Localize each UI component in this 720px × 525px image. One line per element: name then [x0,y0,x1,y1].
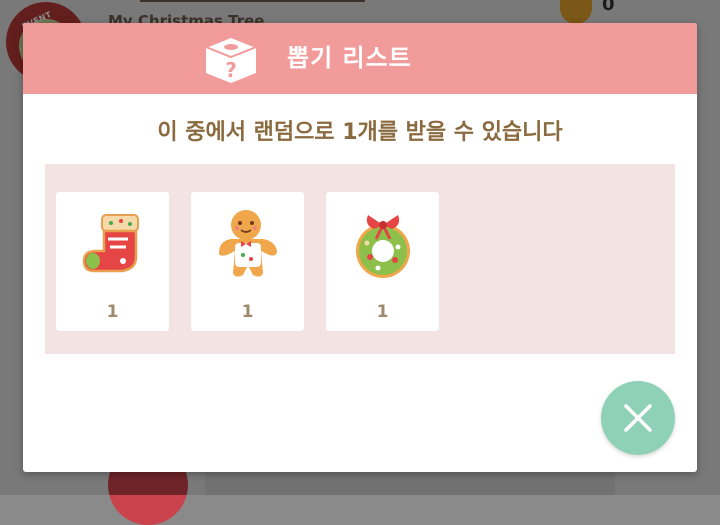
modal-header: ? 뽑기 리스트 [23,23,697,94]
close-button[interactable] [601,381,675,455]
close-icon [624,404,652,432]
item-quantity: 1 [241,302,254,322]
items-panel: 1 1 1 [45,164,675,354]
gacha-list-modal: ? 뽑기 리스트 이 중에서 랜덤으로 1개를 받을 수 있습니다 1 1 1 [23,23,697,472]
item-card-stocking[interactable]: 1 [56,192,169,331]
item-card-wreath[interactable]: 1 [326,192,439,331]
modal-subtitle: 이 중에서 랜덤으로 1개를 받을 수 있습니다 [157,120,563,145]
gingerbread-man-icon [219,210,277,277]
item-quantity: 1 [376,302,389,322]
mystery-box-icon: ? [204,35,258,83]
stocking-cookie-icon [82,214,139,273]
wreath-cookie-icon [356,215,410,278]
svg-text:?: ? [225,58,237,82]
item-card-gingerbread[interactable]: 1 [191,192,304,331]
modal-title: 뽑기 리스트 [287,44,412,72]
item-quantity: 1 [106,302,119,322]
